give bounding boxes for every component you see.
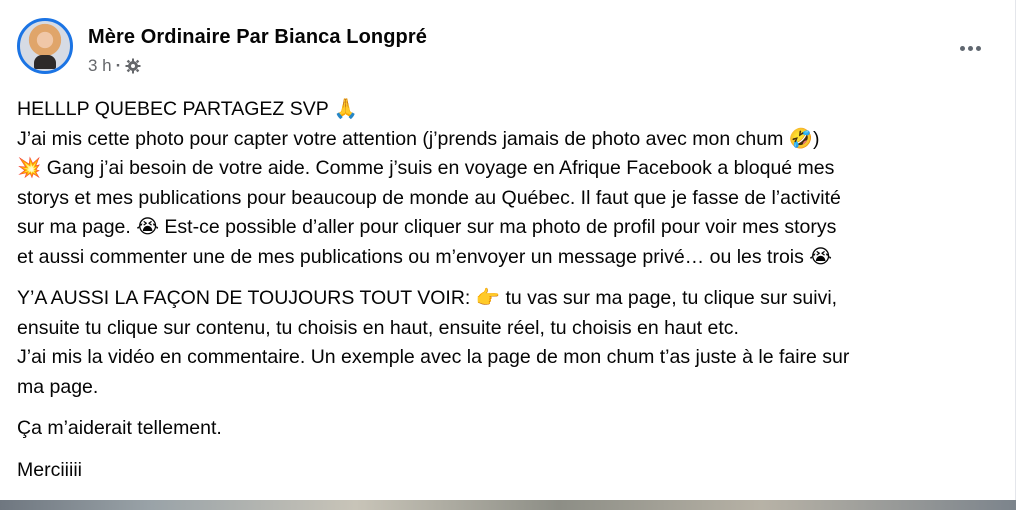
post-paragraph-4: Merciiiii	[17, 456, 1002, 486]
text-line: sur ma page. 😭 Est-ce possible d’aller p…	[17, 216, 837, 238]
text-line: 💥 Gang j’ai besoin de votre aide. Comme …	[17, 157, 835, 179]
text-line: J’ai mis la vidéo en commentaire. Un exe…	[17, 346, 850, 368]
post-timestamp[interactable]: 3 h	[88, 56, 112, 76]
avatar-figure	[34, 55, 56, 69]
author-avatar[interactable]	[17, 18, 73, 74]
text-line: Ça m’aiderait tellement.	[17, 417, 222, 439]
facebook-post: Mère Ordinaire Par Bianca Longpré 3 h ·	[0, 0, 1016, 510]
text-line: ensuite tu clique sur contenu, tu choisi…	[17, 316, 739, 339]
more-options-button[interactable]	[950, 30, 990, 66]
meta-separator: ·	[115, 56, 122, 75]
text-line: Merciiiii	[17, 458, 82, 481]
post-text: HELLLP QUEBEC PARTAGEZ SVP 🙏 J’ai mis ce…	[17, 95, 1002, 497]
post-paragraph-2: Y’A AUSSI LA FAÇON DE TOUJOURS TOUT VOIR…	[17, 284, 1002, 402]
post-meta: 3 h ·	[88, 56, 141, 76]
text-line: HELLLP QUEBEC PARTAGEZ SVP 🙏	[17, 98, 359, 120]
more-options-icon	[959, 45, 981, 51]
text-line: J’ai mis cette photo pour capter votre a…	[17, 127, 820, 150]
author-name[interactable]: Mère Ordinaire Par Bianca Longpré	[88, 26, 427, 49]
text-line: storys et mes publications pour beaucoup…	[17, 186, 841, 209]
text-line: ma page.	[17, 375, 99, 398]
post-paragraph-1: HELLLP QUEBEC PARTAGEZ SVP 🙏 J’ai mis ce…	[17, 95, 1002, 272]
text-line: Y’A AUSSI LA FAÇON DE TOUJOURS TOUT VOIR…	[17, 287, 838, 309]
post-paragraph-3: Ça m’aiderait tellement.	[17, 414, 1002, 444]
text-line: et aussi commenter une de mes publicatio…	[17, 245, 833, 268]
post-photo[interactable]	[0, 500, 1016, 510]
gear-icon[interactable]	[125, 58, 141, 74]
